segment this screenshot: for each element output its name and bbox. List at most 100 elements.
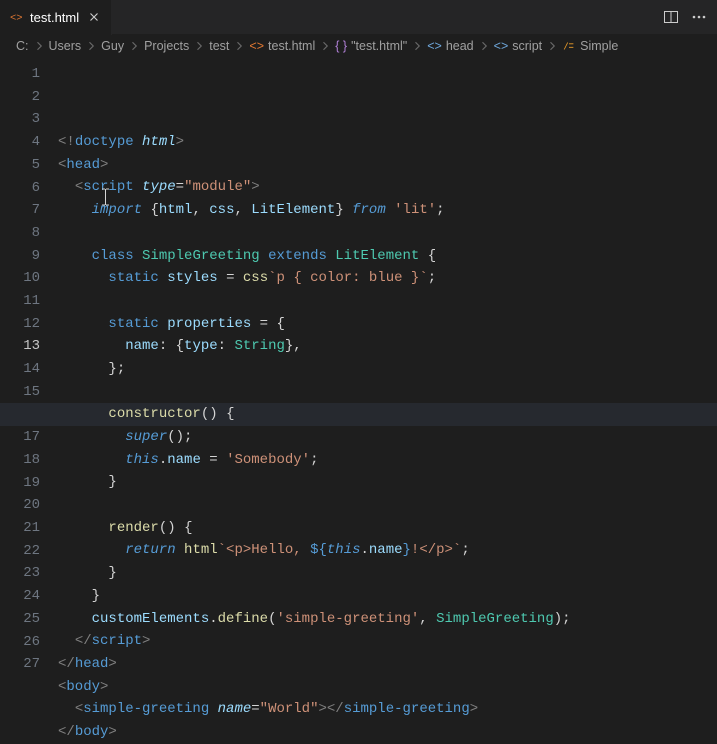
code-line[interactable]: <simple-greeting name="World"></simple-g… [58,698,717,721]
code-line[interactable]: static properties = { [58,313,717,336]
line-number: 7 [0,199,40,222]
chevron-right-icon [319,40,331,52]
breadcrumb-item[interactable]: C: [16,39,29,53]
code-line[interactable]: <script type="module"> [58,176,717,199]
line-number: 10 [0,267,40,290]
breadcrumb-item[interactable]: test [209,39,229,53]
code-line[interactable]: render() { [58,517,717,540]
line-number: 26 [0,631,40,654]
code-line[interactable]: name: {type: String}, [58,335,717,358]
breadcrumb-label: script [512,39,542,53]
svg-text:<>: <> [10,13,23,25]
line-number: 18 [0,449,40,472]
breadcrumb-item[interactable]: Guy [101,39,124,53]
chevron-right-icon [193,40,205,52]
editor-actions [663,9,717,25]
chevron-right-icon [546,40,558,52]
line-number: 8 [0,222,40,245]
code-line[interactable]: import {html, css, LitElement} from 'lit… [58,199,717,222]
line-number: 21 [0,517,40,540]
line-number: 3 [0,108,40,131]
class-icon [562,39,576,53]
code-line[interactable] [58,494,717,517]
code-line[interactable]: constructor() { [0,403,717,426]
code-line[interactable]: </body> [58,721,717,744]
line-number: 19 [0,472,40,495]
tab-active[interactable]: <> test.html [0,0,112,35]
line-number: 27 [0,653,40,676]
code-line[interactable]: this.name = 'Somebody'; [58,449,717,472]
line-number: 14 [0,358,40,381]
line-number: 5 [0,154,40,177]
breadcrumb-item[interactable]: Simple [562,39,618,53]
code-line[interactable]: static styles = css`p { color: blue }`; [58,267,717,290]
line-number: 9 [0,245,40,268]
code-line[interactable]: <body> [58,676,717,699]
text-cursor-icon [105,143,106,161]
code-line[interactable]: return html`<p>Hello, ${this.name}!</p>`… [58,539,717,562]
chevron-right-icon [233,40,245,52]
code-line[interactable]: }; [58,358,717,381]
code-line[interactable] [58,381,717,404]
code-line[interactable]: <head> [58,154,717,177]
breadcrumb-item[interactable]: Projects [144,39,189,53]
line-number: 17 [0,426,40,449]
breadcrumb-item[interactable]: <>script [494,39,542,53]
line-number: 2 [0,86,40,109]
breadcrumb-label: Users [49,39,82,53]
line-number: 25 [0,608,40,631]
code-line[interactable] [58,222,717,245]
breadcrumb-label: Projects [144,39,189,53]
line-number: 13 [0,335,40,358]
close-icon[interactable] [85,8,103,26]
breadcrumb-item[interactable]: { } "test.html" [335,39,407,53]
braces-icon: { } [335,39,347,53]
code-line[interactable]: customElements.define('simple-greeting',… [58,608,717,631]
code-line[interactable]: super(); [58,426,717,449]
html-file-icon: <> [10,10,24,24]
code-line[interactable]: </script> [58,630,717,653]
split-editor-icon[interactable] [663,9,679,25]
line-number: 6 [0,177,40,200]
chevron-right-icon [411,40,423,52]
line-number: 1 [0,63,40,86]
line-number: 11 [0,290,40,313]
code-line[interactable]: } [58,562,717,585]
line-number: 23 [0,562,40,585]
html-file-icon: <> [249,39,264,53]
breadcrumb-label: test [209,39,229,53]
code-editor[interactable]: 1234567891011121314151617181920212223242… [0,57,717,744]
breadcrumb-label: Guy [101,39,124,53]
code-content[interactable]: <!doctype html><head> <script type="modu… [58,63,717,744]
breadcrumb-label: Simple [580,39,618,53]
line-number: 20 [0,494,40,517]
line-number: 15 [0,381,40,404]
code-line[interactable]: <!doctype html> [58,131,717,154]
tag-icon: <> [427,39,442,53]
breadcrumb-item[interactable]: <> head [427,39,473,53]
breadcrumb[interactable]: C: Users Guy Projects test <> test.html { } "tes… [0,35,717,57]
code-line[interactable]: </head> [58,653,717,676]
tab-label: test.html [30,10,79,25]
line-number: 12 [0,313,40,336]
more-actions-icon[interactable] [691,9,707,25]
breadcrumb-item[interactable]: <> test.html [249,39,315,53]
code-line[interactable]: class SimpleGreeting extends LitElement … [58,245,717,268]
chevron-right-icon [85,40,97,52]
code-line[interactable]: } [58,471,717,494]
line-number: 24 [0,585,40,608]
code-line[interactable] [58,290,717,313]
code-line[interactable]: } [58,585,717,608]
chevron-right-icon [128,40,140,52]
chevron-right-icon [478,40,490,52]
breadcrumb-label: "test.html" [351,39,407,53]
chevron-right-icon [33,40,45,52]
tag-icon: <> [494,39,509,53]
breadcrumb-item[interactable]: Users [49,39,82,53]
breadcrumb-label: test.html [268,39,315,53]
breadcrumb-label: head [446,39,474,53]
line-number: 22 [0,540,40,563]
tab-bar: <> test.html [0,0,717,35]
line-number: 4 [0,131,40,154]
breadcrumb-label: C: [16,39,29,53]
